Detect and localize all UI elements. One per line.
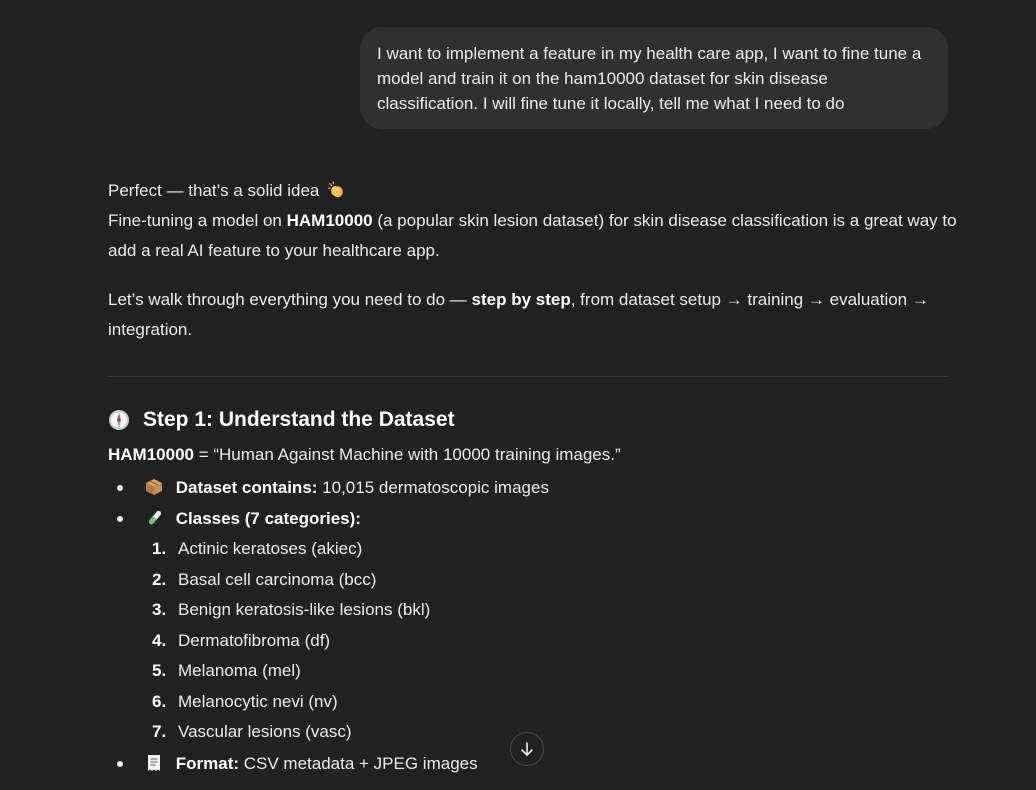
scroll-to-bottom-button[interactable] bbox=[510, 732, 544, 766]
user-message-text: I want to implement a feature in my heal… bbox=[377, 44, 922, 113]
list-item: 5. Melanoma (mel) bbox=[152, 661, 301, 680]
list-item: 2. Basal cell carcinoma (bcc) bbox=[152, 569, 377, 589]
step1-heading: Step 1: Understand the Dataset bbox=[108, 405, 958, 435]
compass-icon bbox=[109, 410, 129, 430]
intro-line: Perfect — that’s a solid idea bbox=[108, 176, 958, 206]
step-by-step-bold: step by step bbox=[471, 290, 571, 309]
package-icon bbox=[146, 479, 162, 495]
list-item: Classes (7 categories): 1. Actinic kerato… bbox=[108, 503, 958, 748]
intro-paragraph-1: Fine-tuning a model on HAM10000 (a popul… bbox=[108, 211, 957, 260]
intro-paragraph-2: Let’s walk through everything you need t… bbox=[108, 290, 929, 339]
list-item: 1. Actinic keratoses (akiec) bbox=[152, 539, 363, 558]
clapping-hands-icon bbox=[328, 181, 343, 198]
list-item: 4. Dermatofibroma (df) bbox=[152, 630, 331, 650]
section-divider bbox=[108, 376, 948, 377]
list-item: Dataset contains: 10,015 dermatoscopic i… bbox=[108, 472, 958, 503]
list-item: 3. Benign keratosis-like lesions (bkl) bbox=[152, 600, 431, 619]
intro-text: Perfect — that’s a solid idea bbox=[108, 181, 320, 200]
list-item: 6. Melanocytic nevi (nv) bbox=[152, 691, 338, 711]
dataset-name-bold: HAM10000 bbox=[286, 211, 373, 230]
classes-list: 1. Actinic keratoses (akiec) 2. Basal cell… bbox=[145, 534, 958, 748]
arrow-down-icon bbox=[521, 742, 533, 756]
dataset-definition: HAM10000 = “Human Against Machine with 1… bbox=[108, 445, 621, 464]
test-tube-icon bbox=[148, 510, 162, 525]
chat-page: I want to implement a feature in my heal… bbox=[0, 0, 1036, 790]
list-item: 7. Vascular lesions (vasc) bbox=[152, 722, 352, 741]
user-message-bubble: I want to implement a feature in my heal… bbox=[360, 27, 948, 129]
receipt-icon bbox=[148, 754, 160, 771]
assistant-message: Perfect — that’s a solid idea Fine-tunin… bbox=[108, 176, 958, 779]
